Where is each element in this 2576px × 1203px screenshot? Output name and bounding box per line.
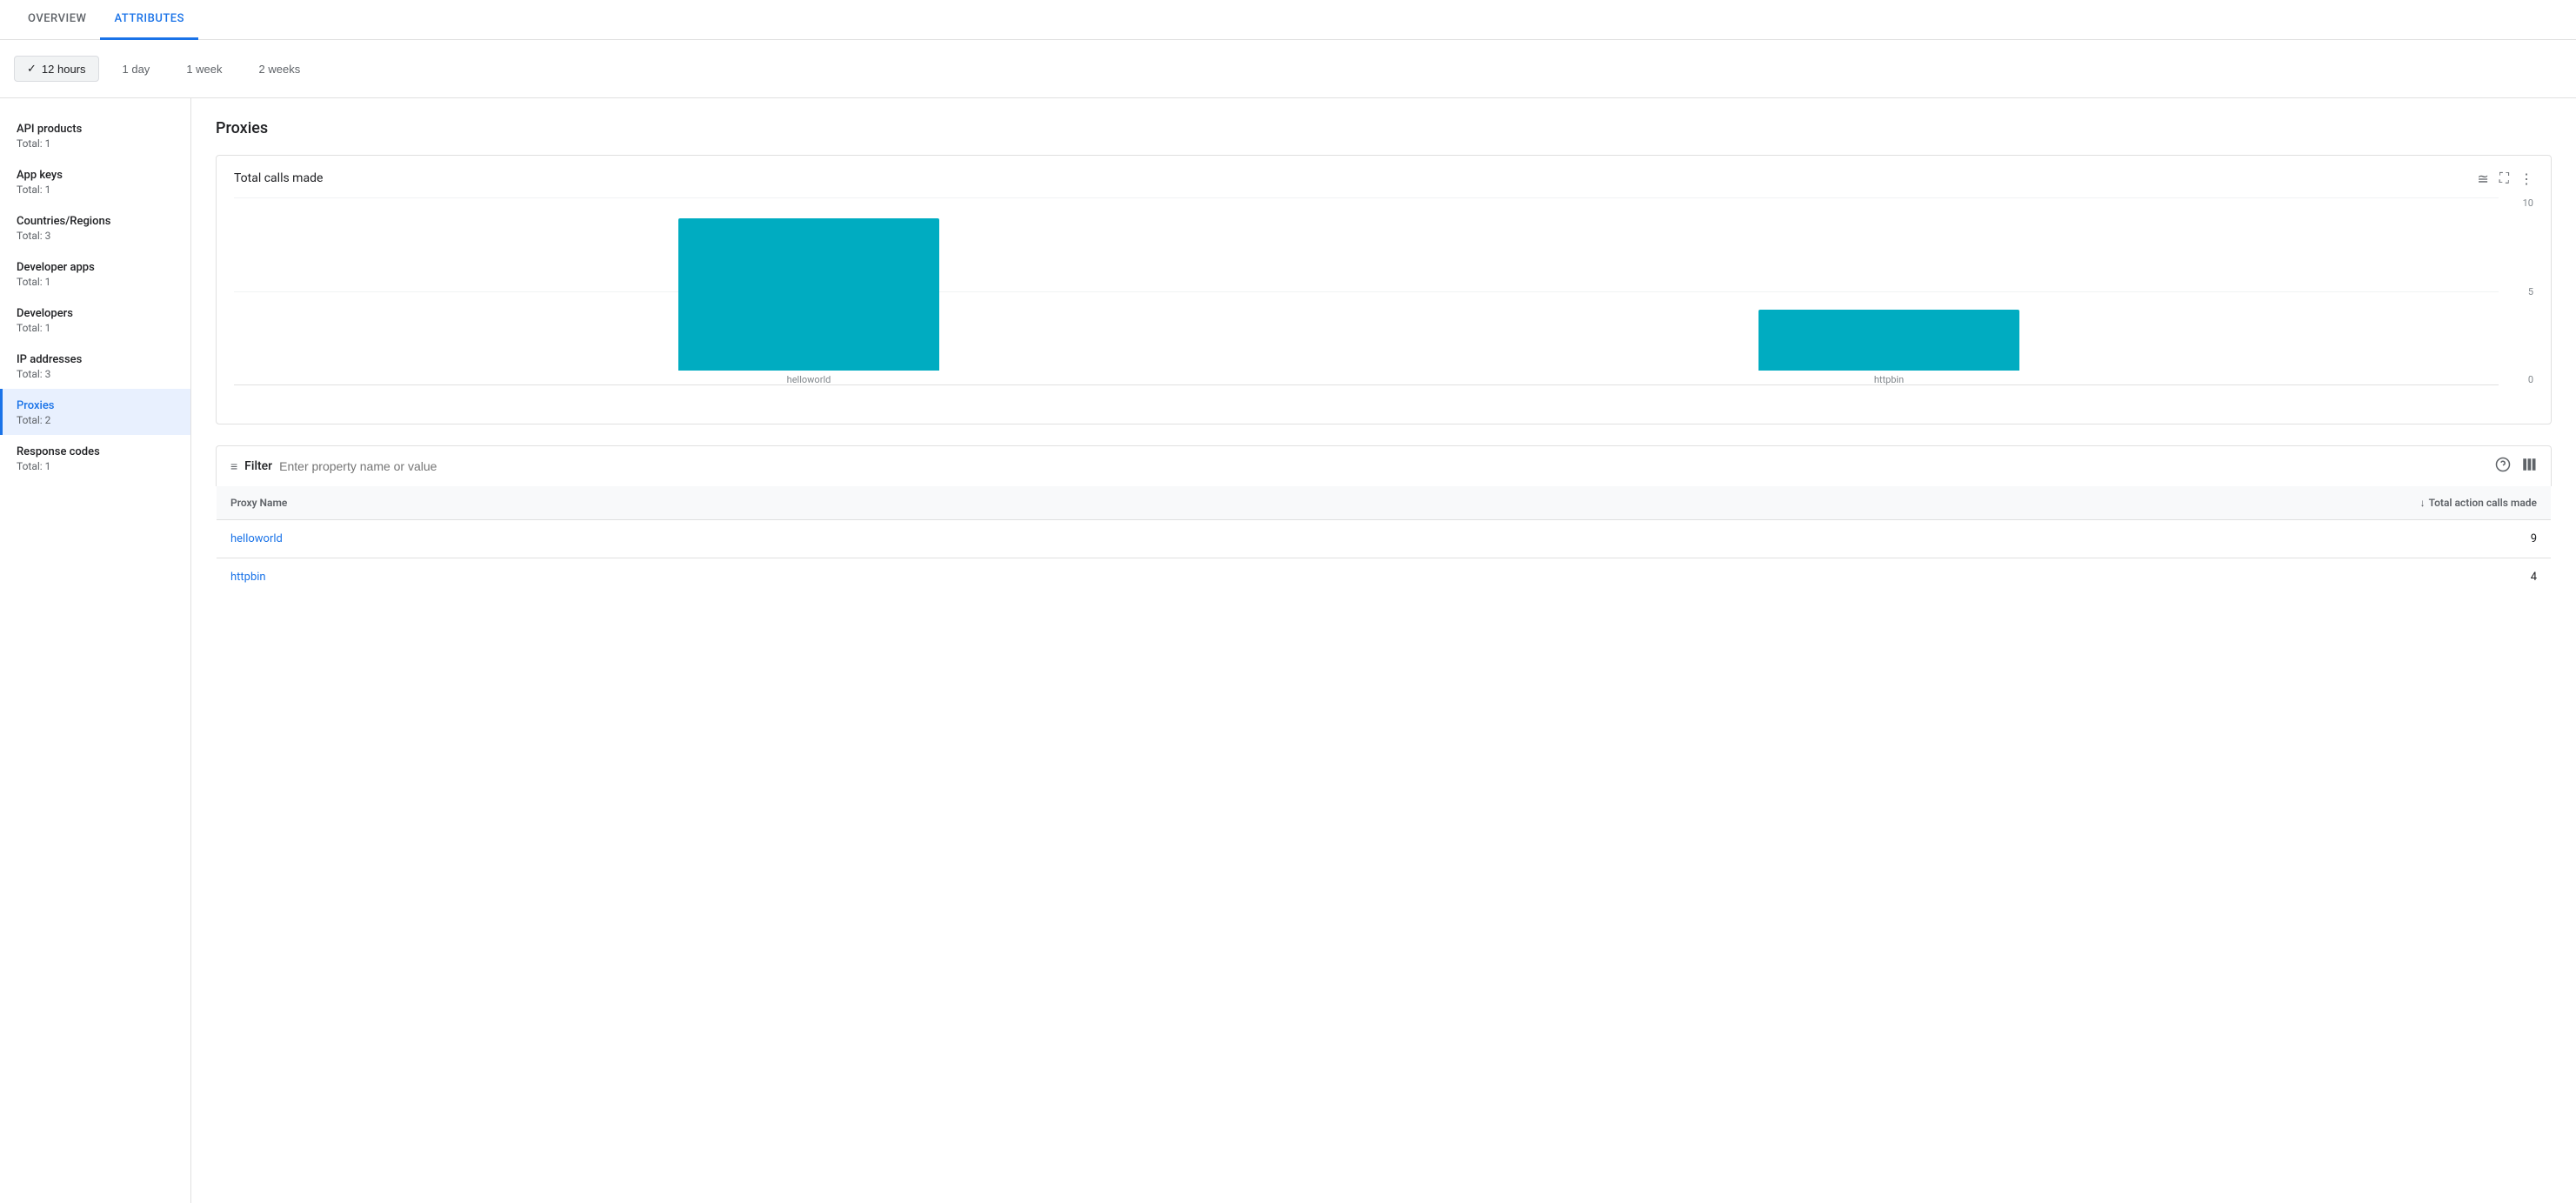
sidebar-item-developers[interactable]: Developers Total: 1 (0, 297, 190, 343)
checkmark-icon: ✓ (27, 62, 37, 76)
sidebar-item-response-codes[interactable]: Response codes Total: 1 (0, 435, 190, 481)
sidebar-item-app-keys[interactable]: App keys Total: 1 (0, 158, 190, 204)
y-label-5: 5 (2528, 286, 2533, 297)
filter-actions (2495, 457, 2537, 476)
bar-httpbin (1758, 310, 2019, 371)
y-label-0: 0 (2528, 374, 2533, 385)
sidebar-item-developer-apps[interactable]: Developer apps Total: 1 (0, 251, 190, 297)
sidebar-item-countries-regions[interactable]: Countries/Regions Total: 3 (0, 204, 190, 251)
bar-helloworld (678, 218, 939, 371)
filter-bar: ≡ Filter (216, 445, 2552, 486)
bar-chart: 10 5 0 helloworld httpbin (234, 197, 2533, 406)
section-title: Proxies (216, 119, 2552, 137)
proxy-name-httpbin: httpbin (217, 558, 1080, 597)
table-row: httpbin 4 (217, 558, 2552, 597)
columns-icon[interactable] (2521, 457, 2537, 476)
tab-attributes[interactable]: ATTRIBUTES (100, 0, 197, 40)
help-icon[interactable] (2495, 457, 2511, 476)
chart-actions: ≅ ⛶ ⋮ (2477, 170, 2533, 187)
sidebar-item-api-products[interactable]: API products Total: 1 (0, 112, 190, 158)
tab-overview[interactable]: OVERVIEW (14, 0, 100, 40)
sidebar-item-ip-addresses[interactable]: IP addresses Total: 3 (0, 343, 190, 389)
main-layout: API products Total: 1 App keys Total: 1 … (0, 98, 2576, 1203)
filter-input[interactable] (279, 459, 2488, 473)
table-row: helloworld 9 (217, 520, 2552, 558)
y-label-10: 10 (2523, 197, 2533, 209)
fullscreen-icon[interactable]: ⛶ (2499, 170, 2509, 187)
calls-httpbin: 4 (1079, 558, 2551, 597)
sidebar-item-proxies[interactable]: Proxies Total: 2 (0, 389, 190, 435)
bar-label-httpbin: httpbin (1874, 374, 1904, 385)
th-total-calls[interactable]: ↓ Total action calls made (1079, 486, 2551, 520)
filter-2weeks[interactable]: 2 weeks (246, 57, 314, 82)
bar-group-helloworld: helloworld (678, 218, 939, 385)
filter-12hours[interactable]: ✓ 12 hours (14, 56, 99, 82)
httpbin-link[interactable]: httpbin (230, 571, 266, 584)
content-area: Proxies Total calls made ≅ ⛶ ⋮ (191, 98, 2576, 1203)
sidebar: API products Total: 1 App keys Total: 1 … (0, 98, 191, 1203)
th-proxy-name: Proxy Name (217, 486, 1080, 520)
proxy-name-helloworld: helloworld (217, 520, 1080, 558)
chart-header: Total calls made ≅ ⛶ ⋮ (234, 170, 2533, 187)
helloworld-link[interactable]: helloworld (230, 532, 283, 545)
export-icon[interactable]: ≅ (2477, 170, 2488, 187)
more-vert-icon[interactable]: ⋮ (2519, 170, 2533, 187)
data-table: Proxy Name ↓ Total action calls made hel… (216, 486, 2552, 597)
y-axis: 10 5 0 (2502, 197, 2533, 385)
chart-title: Total calls made (234, 171, 323, 185)
bar-label-helloworld: helloworld (787, 374, 831, 385)
bars-container: helloworld httpbin (234, 197, 2499, 406)
filter-table-section: ≡ Filter (216, 445, 2552, 597)
chart-card: Total calls made ≅ ⛶ ⋮ 10 5 (216, 155, 2552, 424)
sort-desc-icon: ↓ (2420, 497, 2426, 509)
filter-1day[interactable]: 1 day (110, 57, 164, 82)
top-tabs: OVERVIEW ATTRIBUTES (0, 0, 2576, 40)
filter-1week[interactable]: 1 week (173, 57, 235, 82)
bar-group-httpbin: httpbin (1758, 310, 2019, 385)
time-filter-bar: ✓ 12 hours 1 day 1 week 2 weeks (0, 40, 2576, 98)
filter-icon: ≡ (230, 459, 237, 474)
calls-helloworld: 9 (1079, 520, 2551, 558)
filter-label: Filter (244, 459, 272, 473)
table-header-row: Proxy Name ↓ Total action calls made (217, 486, 2552, 520)
